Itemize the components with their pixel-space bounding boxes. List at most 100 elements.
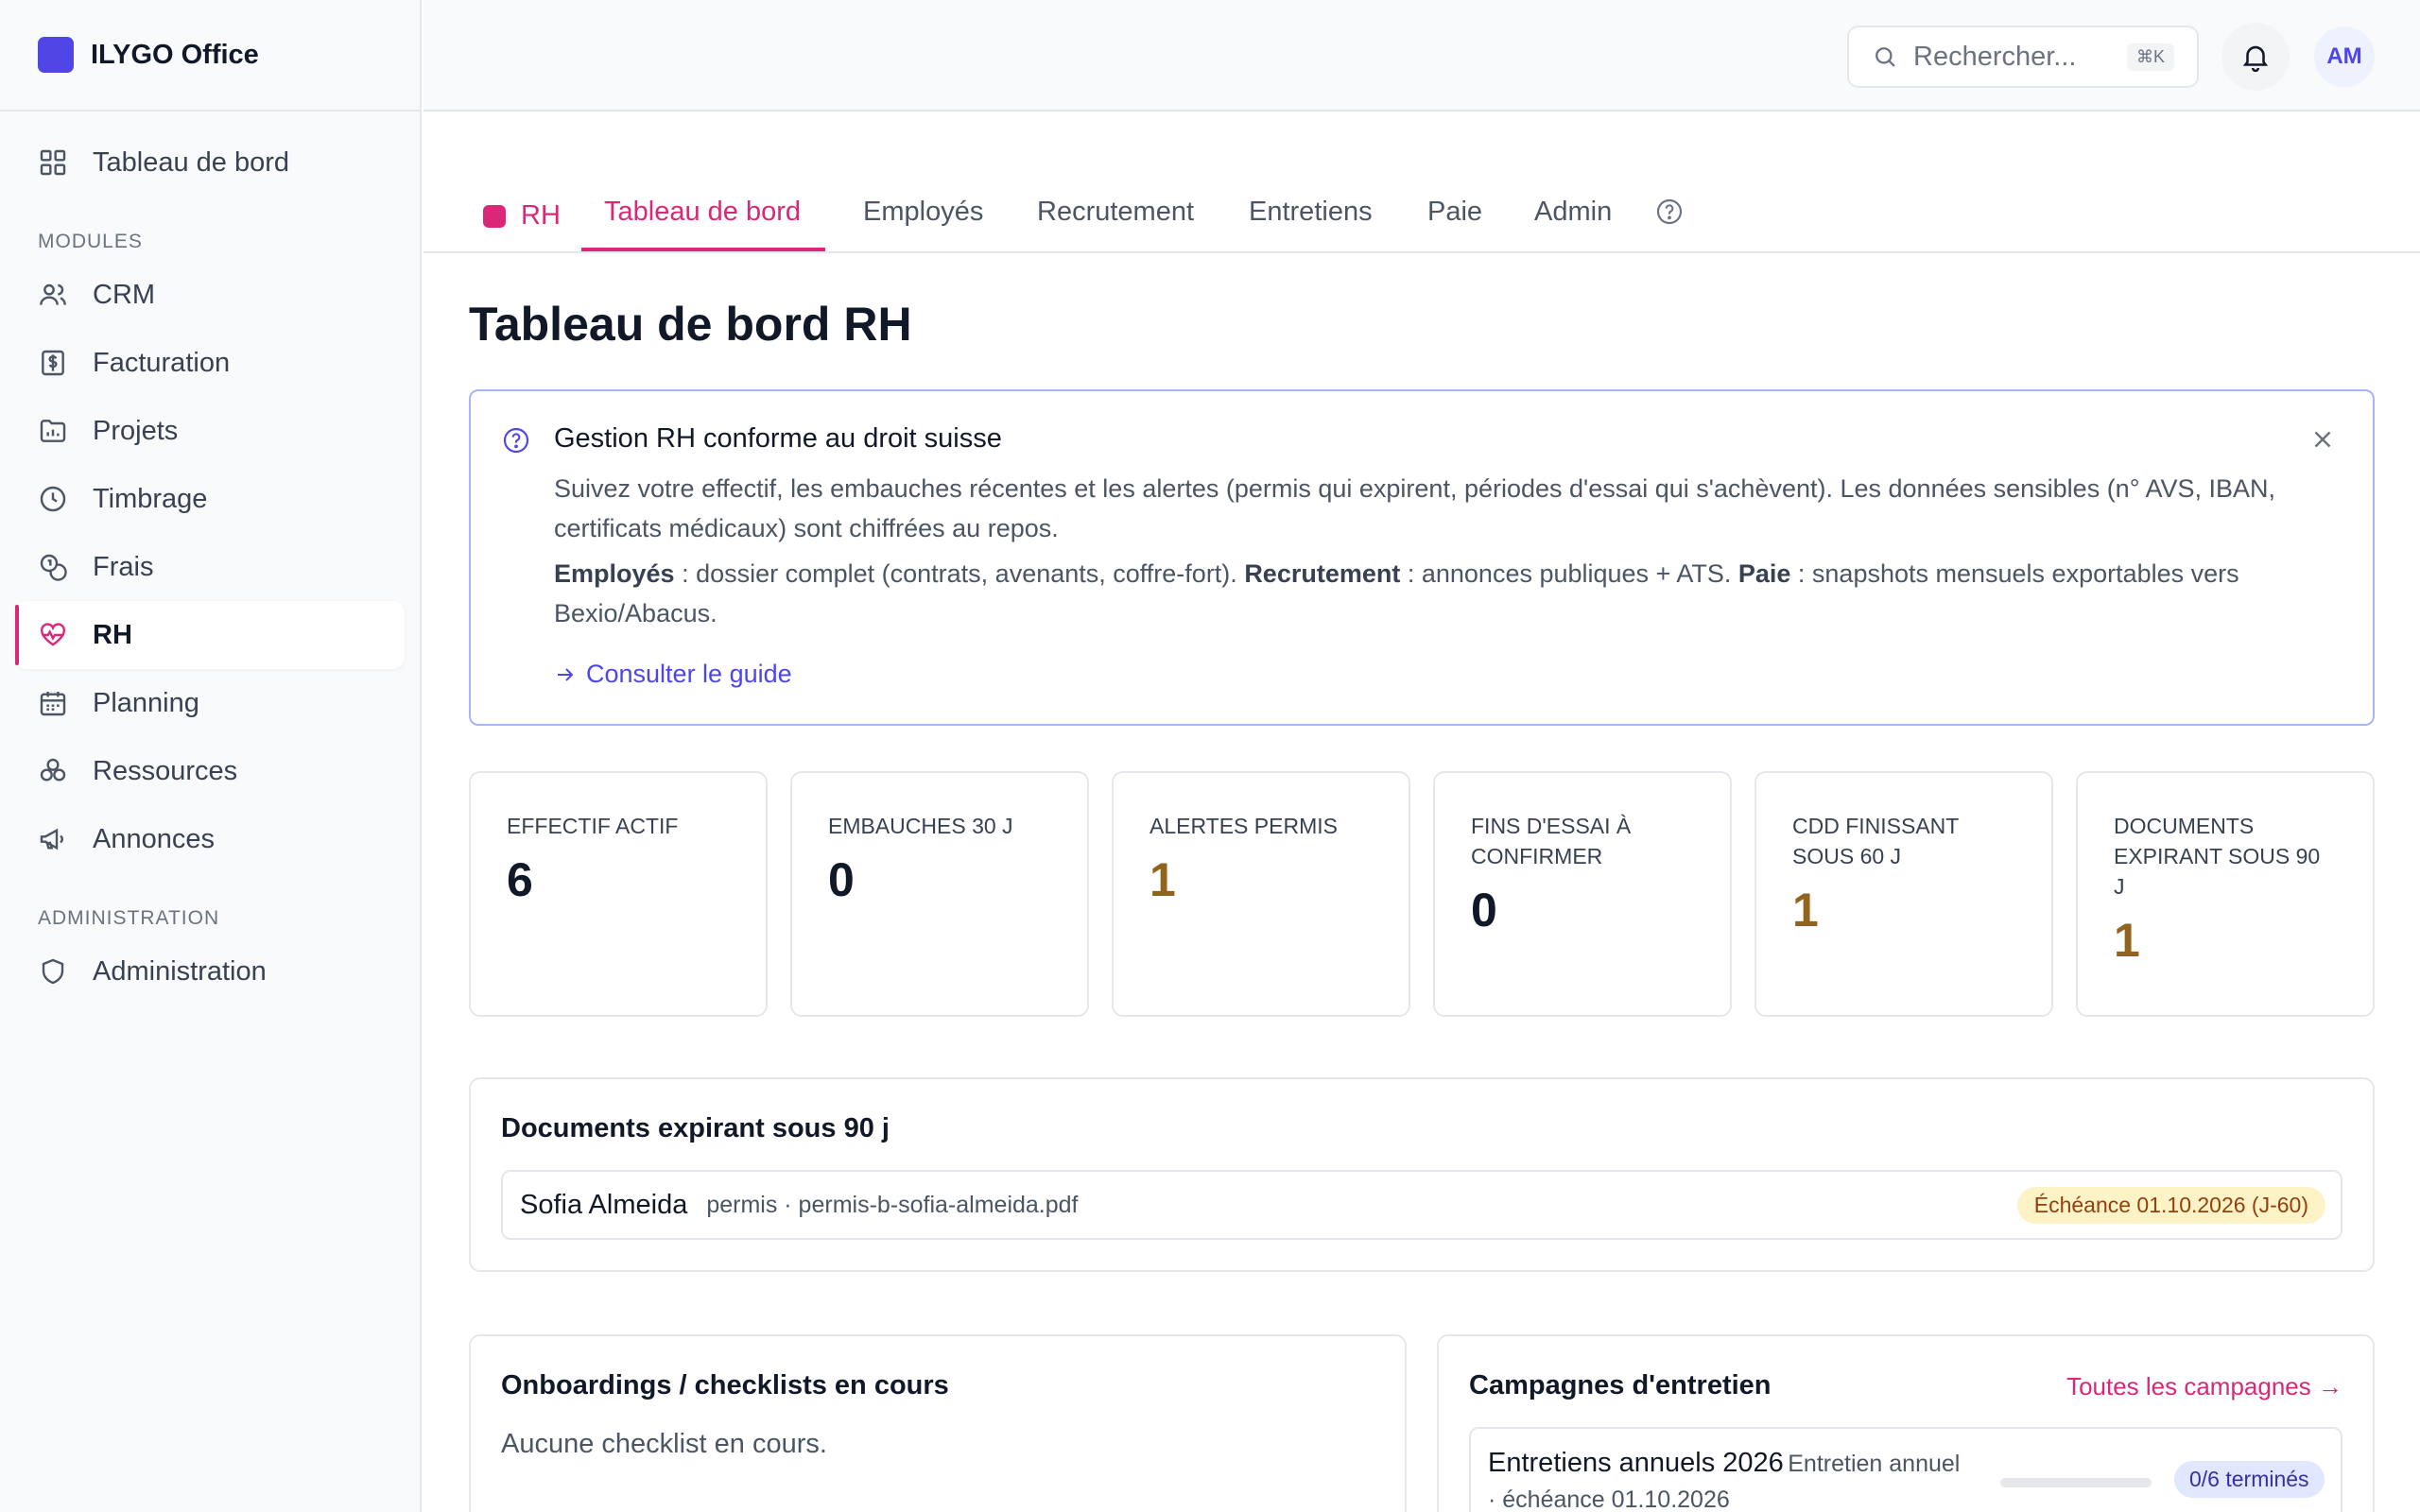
module-name: RH — [521, 200, 561, 231]
brand-logo-icon — [38, 37, 74, 73]
sidebar-item-projets[interactable]: Projets — [15, 397, 405, 465]
module-label: RH — [483, 200, 561, 232]
page-title: Tableau de bord RH — [469, 298, 912, 351]
sidebar-item-annonces[interactable]: Annonces — [15, 805, 405, 873]
info-banner-details: Employés : dossier complet (contrats, av… — [554, 554, 2331, 633]
search-box[interactable]: ⌘K — [1847, 26, 2199, 88]
sidebar-item-label: RH — [93, 619, 132, 650]
stat-label: CDD FINISSANT SOUS 60 J — [1792, 814, 1959, 868]
top-header: ⌘K AM — [424, 0, 2420, 112]
stat-value: 0 — [828, 853, 855, 906]
stat-label: DOCUMENTS EXPIRANT SOUS 90 J — [2114, 814, 2321, 899]
status-badge: Échéance 01.10.2026 (J-60) — [2016, 1186, 2325, 1224]
close-icon[interactable] — [2308, 425, 2337, 454]
stat-card-cdd[interactable]: CDD FINISSANT SOUS 60 J 1 — [1754, 771, 2053, 1017]
sidebar-item-crm[interactable]: CRM — [15, 261, 405, 329]
guide-link[interactable]: Consulter le guide — [554, 660, 792, 689]
document-meta: permis · permis-b-sofia-almeida.pdf — [706, 1191, 1079, 1218]
shield-icon — [38, 956, 68, 987]
info-banner-text: Suivez votre effectif, les embauches réc… — [554, 474, 2276, 542]
document-owner: Sofia Almeida — [520, 1189, 688, 1220]
sidebar-item-label: Facturation — [93, 347, 231, 378]
modules-nav: CRM Facturation Projets Timbrage Frais R… — [0, 253, 420, 873]
sidebar-item-facturation[interactable]: Facturation — [15, 329, 405, 397]
tab-recrutement[interactable]: Recrutement — [1037, 197, 1194, 251]
empty-state-text: Aucune checklist en cours. — [501, 1429, 827, 1459]
modules-heading: MODULES — [38, 231, 143, 252]
tab-paie[interactable]: Paie — [1427, 197, 1482, 251]
brand[interactable]: ILYGO Office — [0, 0, 420, 112]
sidebar-item-administration[interactable]: Administration — [15, 937, 405, 1005]
brand-name: ILYGO Office — [91, 39, 259, 70]
heart-pulse-icon — [38, 620, 68, 650]
employes-text: : dossier complet (contrats, avenants, c… — [674, 559, 1245, 588]
campaigns-panel-title: Campagnes d'entretien — [1469, 1370, 1772, 1400]
sidebar-item-dashboard[interactable]: Tableau de bord — [15, 129, 405, 197]
administration-heading: ADMINISTRATION — [38, 907, 220, 929]
recrutement-text: : annonces publiques + ATS. — [1400, 559, 1738, 588]
onboarding-panel: Onboardings / checklists en cours Aucune… — [469, 1334, 1407, 1512]
search-shortcut: ⌘K — [2126, 43, 2174, 71]
sidebar-item-label: Projets — [93, 415, 179, 446]
list-item[interactable]: Sofia Almeida permis · permis-b-sofia-al… — [501, 1170, 2342, 1240]
stat-value: 0 — [1471, 884, 1497, 936]
stat-card-embauches[interactable]: EMBAUCHES 30 J 0 — [790, 771, 1089, 1017]
help-icon[interactable] — [1654, 197, 1685, 227]
clock-icon — [38, 484, 68, 514]
tab-admin[interactable]: Admin — [1534, 197, 1612, 251]
stat-card-alertes-permis[interactable]: ALERTES PERMIS 1 — [1112, 771, 1410, 1017]
bell-icon — [2242, 45, 2269, 73]
status-badge: 0/6 terminés — [2174, 1461, 2325, 1498]
employes-label: Employés — [554, 559, 675, 588]
invoice-icon — [38, 348, 68, 378]
all-campaigns-link[interactable]: Toutes les campagnes → — [2066, 1372, 2342, 1401]
sidebar: ILYGO Office Tableau de bord MODULES CRM… — [0, 0, 422, 1512]
megaphone-icon — [38, 824, 68, 854]
sidebar-nav: Tableau de bord — [0, 112, 420, 197]
info-banner-title: Gestion RH conforme au droit suisse — [554, 423, 1002, 454]
stats-grid: EFFECTIF ACTIF 6 EMBAUCHES 30 J 0 ALERTE… — [469, 771, 2375, 1017]
sidebar-item-frais[interactable]: Frais — [15, 533, 405, 601]
admin-nav: Administration — [0, 930, 420, 1005]
stat-value: 6 — [507, 853, 533, 906]
recrutement-label: Recrutement — [1244, 559, 1401, 588]
tab-employes[interactable]: Employés — [863, 197, 983, 251]
stat-card-fins-essai[interactable]: FINS D'ESSAI À CONFIRMER 0 — [1433, 771, 1732, 1017]
module-dot-icon — [483, 204, 506, 228]
sidebar-item-rh[interactable]: RH — [15, 601, 405, 669]
sidebar-item-label: Frais — [93, 551, 154, 582]
sidebar-item-label: Annonces — [93, 823, 215, 854]
avatar[interactable]: AM — [2314, 26, 2375, 87]
sidebar-item-ressources[interactable]: Ressources — [15, 737, 405, 805]
stat-label: FINS D'ESSAI À CONFIRMER — [1471, 814, 1632, 868]
sidebar-item-planning[interactable]: Planning — [15, 669, 405, 737]
grid-icon — [38, 147, 68, 178]
coins-icon — [38, 552, 68, 582]
notifications-button[interactable] — [2221, 23, 2290, 91]
tab-dashboard[interactable]: Tableau de bord — [581, 197, 825, 251]
search-input[interactable] — [1913, 41, 2121, 73]
help-circle-icon — [501, 425, 531, 455]
sidebar-item-label: CRM — [93, 279, 156, 310]
stat-value: 1 — [1792, 884, 1819, 936]
campaign-name: Entretiens annuels 2026 — [1488, 1448, 1784, 1478]
folder-chart-icon — [38, 416, 68, 446]
paie-label: Paie — [1737, 559, 1791, 588]
stat-card-documents[interactable]: DOCUMENTS EXPIRANT SOUS 90 J 1 — [2076, 771, 2375, 1017]
sidebar-item-label: Administration — [93, 955, 267, 987]
tab-entretiens[interactable]: Entretiens — [1249, 197, 1373, 251]
stat-label: EMBAUCHES 30 J — [828, 814, 1013, 838]
sidebar-item-label: Ressources — [93, 755, 238, 786]
users-icon — [38, 280, 68, 310]
sidebar-item-label: Timbrage — [93, 483, 208, 514]
sidebar-item-label: Planning — [93, 687, 199, 718]
stat-label: ALERTES PERMIS — [1150, 814, 1338, 838]
main-content: Tableau de bord RH Gestion RH conforme a… — [424, 255, 2420, 1512]
sidebar-item-timbrage[interactable]: Timbrage — [15, 465, 405, 533]
campaign-progress-bar — [2000, 1478, 2152, 1487]
documents-panel: Documents expirant sous 90 j Sofia Almei… — [469, 1077, 2375, 1272]
module-tabs: RH Tableau de bord Employés Recrutement … — [424, 112, 2420, 253]
guide-link-label: Consulter le guide — [586, 660, 792, 688]
stat-card-effectif[interactable]: EFFECTIF ACTIF 6 — [469, 771, 768, 1017]
list-item[interactable]: Entretiens annuels 2026 Entretien annuel… — [1469, 1427, 2342, 1512]
